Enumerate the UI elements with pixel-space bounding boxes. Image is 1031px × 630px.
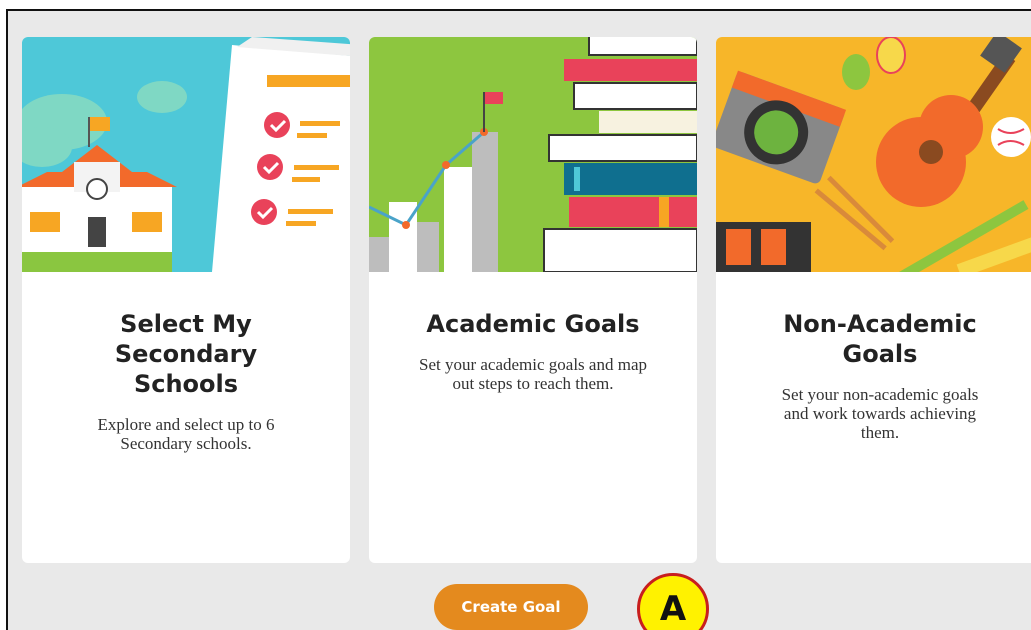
- card-title: Non-Academic Goals: [783, 310, 977, 368]
- card-description: Explore and select up to 6 Secondary sch…: [97, 415, 275, 453]
- school-checklist-illustration: [22, 37, 350, 272]
- card-title: Academic Goals: [426, 310, 640, 338]
- card-description: Set your non-academic goals and work tow…: [781, 385, 979, 442]
- create-goal-button[interactable]: Create Goal: [434, 584, 588, 630]
- card-title: Select My Secondary Schools: [114, 310, 258, 398]
- books-chart-illustration: [369, 37, 697, 272]
- card-description: Set your academic goals and map out step…: [418, 355, 647, 393]
- card-non-academic-goals[interactable]: Non-Academic Goals Set your non-academic…: [716, 37, 1031, 563]
- hobbies-illustration: [716, 37, 1031, 272]
- page-frame: Select My Secondary Schools Explore and …: [6, 9, 1031, 630]
- card-select-secondary-schools[interactable]: Select My Secondary Schools Explore and …: [22, 37, 350, 563]
- card-academic-goals[interactable]: Academic Goals Set your academic goals a…: [369, 37, 697, 563]
